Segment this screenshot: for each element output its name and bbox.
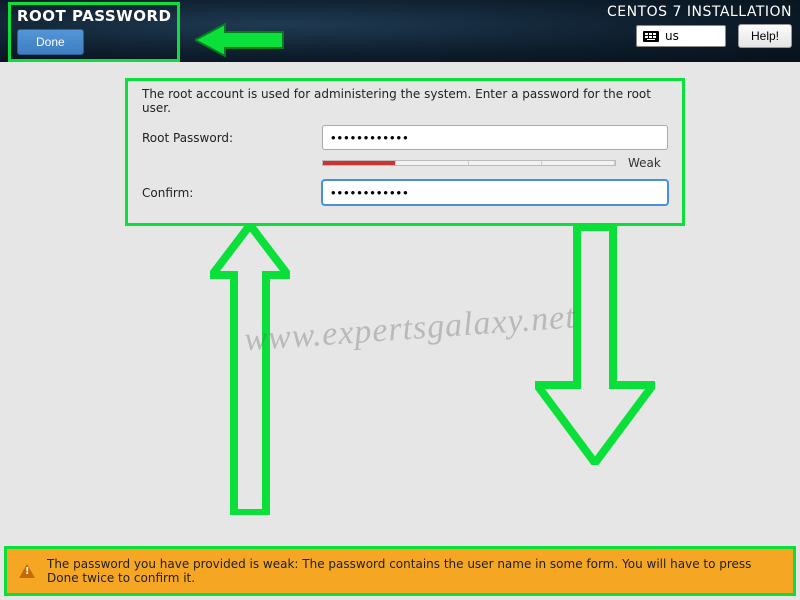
done-button[interactable]: Done: [17, 29, 84, 55]
password-strength-row: Weak: [322, 156, 668, 170]
installer-title: CENTOS 7 INSTALLATION: [607, 4, 792, 20]
page-title: ROOT PASSWORD: [17, 7, 171, 25]
warning-text: The password you have provided is weak: …: [47, 557, 783, 585]
header-left-highlight: ROOT PASSWORD Done: [8, 2, 180, 62]
password-form-highlight: The root account is used for administeri…: [125, 78, 685, 226]
warning-icon: [19, 564, 35, 578]
header-bar: ROOT PASSWORD Done CENTOS 7 INSTALLATION…: [0, 0, 800, 62]
confirm-password-label: Confirm:: [142, 186, 322, 200]
keyboard-layout-label: us: [665, 29, 679, 43]
annotation-arrow-up-icon: [210, 225, 290, 515]
header-left: ROOT PASSWORD Done: [17, 7, 171, 55]
root-password-label: Root Password:: [142, 131, 322, 145]
header-right: CENTOS 7 INSTALLATION us Help!: [607, 4, 792, 62]
watermark-text: www.expertsgalaxy.net: [149, 292, 670, 366]
keyboard-layout-selector[interactable]: us: [636, 25, 726, 47]
form-description: The root account is used for administeri…: [142, 87, 668, 115]
help-button[interactable]: Help!: [738, 24, 792, 48]
password-strength-meter: [322, 160, 616, 166]
keyboard-icon: [643, 31, 659, 42]
password-strength-label: Weak: [628, 156, 668, 170]
annotation-arrow-down-icon: [535, 225, 655, 465]
confirm-password-input[interactable]: [322, 180, 668, 205]
warning-bar: The password you have provided is weak: …: [4, 546, 796, 596]
root-password-input[interactable]: [322, 125, 668, 150]
